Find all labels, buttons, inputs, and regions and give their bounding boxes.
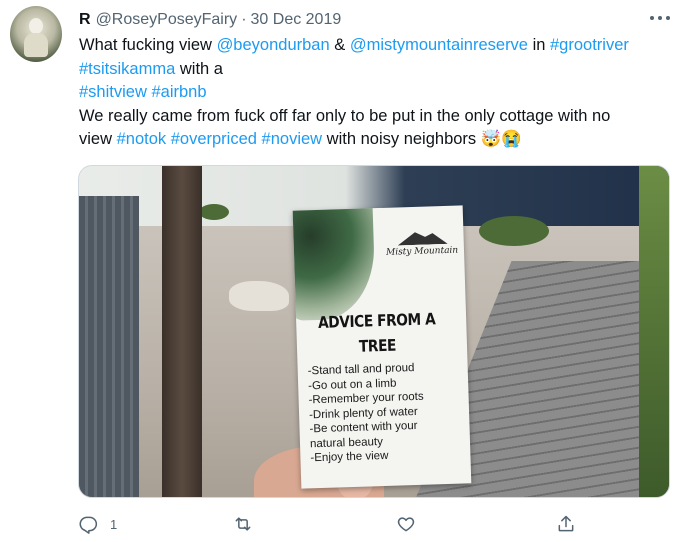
- tweet-text-line: What fucking view @beyondurban & @mistym…: [79, 34, 674, 58]
- tweet-text-segment: What fucking view: [79, 36, 217, 54]
- reply-icon: [79, 516, 98, 534]
- hashtag-link[interactable]: #shitview: [79, 83, 147, 101]
- mention-link[interactable]: @mistymountainreserve: [350, 36, 528, 54]
- retweet-button[interactable]: [233, 512, 253, 536]
- hashtag-link[interactable]: #overpriced: [171, 130, 257, 148]
- tweet-actions: 1: [78, 512, 578, 536]
- advice-card: Misty Mountain ADVICE FROM A TREE -Stand…: [292, 205, 472, 489]
- tweet-text-segment: view: [79, 130, 117, 148]
- card-list-item: -Enjoy the view: [310, 449, 389, 465]
- hashtag-link[interactable]: #notok: [117, 130, 167, 148]
- photo-rock: [229, 281, 289, 311]
- photo-grass: [639, 166, 669, 497]
- dot: [658, 16, 662, 20]
- card-heading: ADVICE FROM A TREE: [317, 309, 436, 356]
- dot: [650, 16, 654, 20]
- tweet-header: R @RoseyPoseyFairy · 30 Dec 2019: [79, 10, 341, 30]
- hashtag-link[interactable]: #airbnb: [151, 83, 206, 101]
- photo-railing: [79, 196, 139, 497]
- tweet-text-segment: 🤯😭: [480, 130, 522, 148]
- avatar[interactable]: [10, 6, 62, 62]
- like-icon: [397, 517, 415, 532]
- tweet-text: What fucking view @beyondurban & @mistym…: [79, 34, 674, 152]
- photo-shrub: [199, 204, 229, 220]
- tweet-text-line: #shitview #airbnb: [79, 81, 674, 105]
- share-button[interactable]: [556, 512, 576, 536]
- photo-shrub: [479, 216, 549, 246]
- like-button[interactable]: [396, 512, 416, 536]
- tweet-text-segment: We really came from fuck off far only to…: [79, 106, 611, 125]
- tweet-date[interactable]: 30 Dec 2019: [251, 11, 342, 29]
- tweet-text-segment: &: [329, 36, 350, 54]
- card-logo-text: Misty Mountain: [385, 245, 459, 258]
- hashtag-link[interactable]: #tsitsikamma: [79, 60, 175, 78]
- dot: [666, 16, 670, 20]
- tweet-photo[interactable]: Misty Mountain ADVICE FROM A TREE -Stand…: [78, 165, 670, 498]
- mention-link[interactable]: @beyondurban: [217, 36, 330, 54]
- tweet-text-line: view #notok #overpriced #noview with noi…: [79, 128, 674, 152]
- tweet: R @RoseyPoseyFairy · 30 Dec 2019 What fu…: [0, 0, 680, 542]
- card-list: -Stand tall and proud -Go out on a limb -R…: [308, 361, 426, 466]
- reply-count: 1: [110, 516, 118, 532]
- user-handle[interactable]: @RoseyPoseyFairy: [96, 11, 238, 29]
- card-leaves: [292, 205, 377, 321]
- header-separator: ·: [241, 11, 247, 28]
- hashtag-link[interactable]: #noview: [262, 130, 323, 148]
- share-icon: [558, 515, 574, 532]
- avatar-figure-body: [24, 33, 48, 57]
- tweet-text-segment: with noisy neighbors: [322, 130, 481, 148]
- tweet-text-segment: in: [527, 36, 550, 54]
- tweet-text-segment: with a: [175, 59, 223, 78]
- avatar-figure-head: [29, 18, 43, 34]
- retweet-icon: [235, 517, 251, 531]
- hashtag-link[interactable]: #grootriver: [550, 36, 629, 54]
- tweet-text-line: We really came from fuck off far only to…: [79, 105, 674, 129]
- display-name[interactable]: R: [79, 11, 91, 29]
- photo-post: [162, 166, 202, 497]
- tweet-text-line: #tsitsikamma with a: [79, 58, 674, 82]
- more-options-icon[interactable]: [650, 10, 670, 26]
- reply-button[interactable]: 1: [78, 512, 117, 536]
- card-logo-mountain-icon: [397, 230, 447, 246]
